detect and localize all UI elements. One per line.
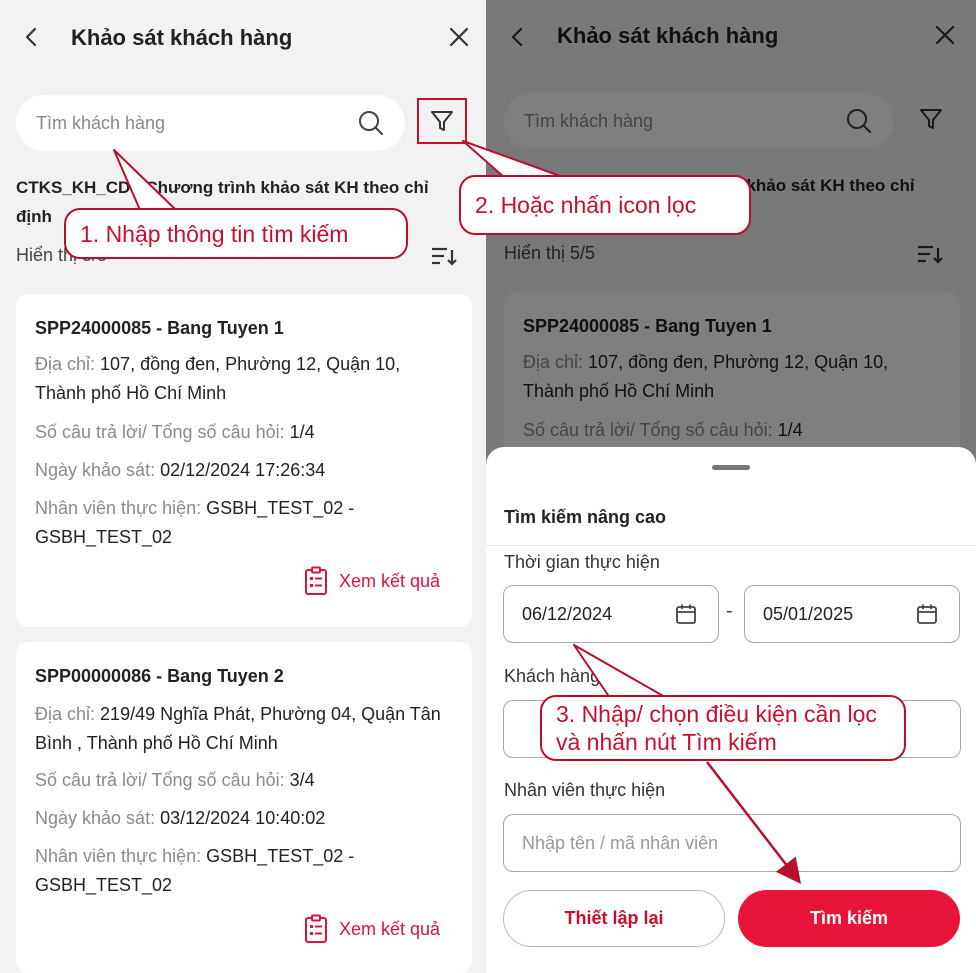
staff-placeholder: Nhập tên / mã nhân viên	[522, 833, 719, 853]
time-label: Thời gian thực hiện	[504, 552, 660, 572]
card-staff: Nhân viên thực hiện: GSBH_TEST_02 - GSBH…	[35, 846, 355, 895]
staff-input[interactable]: Nhập tên / mã nhân viên	[503, 814, 961, 872]
card-address: Địa chỉ: 107, đồng đen, Phường 12, Quận …	[523, 352, 889, 401]
search-input[interactable]: Tìm khách hàng	[16, 95, 405, 151]
close-icon[interactable]	[446, 24, 472, 50]
card-title: SPP24000085 - Bang Tuyen 1	[523, 316, 772, 336]
back-arrow-icon[interactable]	[18, 22, 44, 52]
search-placeholder: Tìm khách hàng	[524, 111, 654, 131]
close-icon[interactable]	[932, 22, 958, 48]
date-from-field[interactable]: 06/12/2024	[503, 585, 719, 643]
view-result-link[interactable]: Xem kết quả	[303, 566, 440, 596]
filter-button[interactable]	[916, 104, 946, 134]
reset-button[interactable]: Thiết lập lại	[503, 890, 725, 947]
date-to-value: 05/01/2025	[763, 604, 854, 624]
view-result-label: Xem kết quả	[338, 570, 440, 591]
card-answers: Số câu trả lời/ Tổng số câu hỏi: 1/4	[523, 420, 803, 440]
calendar-icon[interactable]	[674, 602, 698, 626]
card-date: Ngày khảo sát: 02/12/2024 17:26:34	[35, 460, 326, 480]
filter-icon	[920, 109, 942, 129]
result-count: Hiển thị 5/5	[504, 243, 596, 263]
card-address: Địa chỉ: 219/49 Nghĩa Phát, Phường 04, Q…	[35, 704, 441, 753]
page-title: Khảo sát khách hàng	[71, 25, 293, 50]
right-screen: Khảo sát khách hàng Tìm khách hàng CTKS_…	[486, 0, 976, 973]
card-staff: Nhân viên thực hiện: GSBH_TEST_02 - GSBH…	[35, 498, 355, 547]
survey-card[interactable]: SPP00000086 - Bang Tuyen 2 Địa chỉ: 219/…	[16, 642, 472, 973]
clipboard-icon	[304, 914, 327, 943]
search-placeholder: Tìm khách hàng	[36, 113, 166, 133]
sort-icon[interactable]	[916, 242, 944, 266]
callout-step-1: 1. Nhập thông tin tìm kiếm	[64, 208, 408, 259]
date-range-separator: -	[726, 600, 733, 622]
staff-label: Nhân viên thực hiện	[504, 780, 666, 800]
drag-handle[interactable]	[712, 465, 750, 470]
card-title: SPP24000085 - Bang Tuyen 1	[35, 318, 284, 338]
sort-icon[interactable]	[430, 244, 458, 268]
callout-step-2: 2. Hoặc nhấn icon lọc	[459, 175, 751, 235]
clipboard-icon	[304, 566, 327, 595]
back-arrow-icon[interactable]	[504, 22, 530, 52]
card-answers: Số câu trả lời/ Tổng số câu hỏi: 3/4	[35, 770, 315, 790]
search-icon[interactable]	[357, 109, 385, 137]
search-input[interactable]: Tìm khách hàng	[504, 93, 893, 149]
customer-label: Khách hàng	[504, 666, 601, 686]
date-to-field[interactable]: 05/01/2025	[744, 585, 960, 643]
card-title: SPP00000086 - Bang Tuyen 2	[35, 666, 284, 686]
sheet-title: Tìm kiếm nâng cao	[504, 507, 667, 527]
view-result-label: Xem kết quả	[338, 918, 440, 939]
search-button[interactable]: Tìm kiếm	[738, 890, 960, 947]
search-icon[interactable]	[845, 107, 873, 135]
left-screen: Khảo sát khách hàng Tìm khách hàng CTKS_…	[0, 0, 486, 973]
header: Khảo sát khách hàng	[0, 0, 486, 75]
page-title: Khảo sát khách hàng	[557, 23, 779, 48]
card-address: Địa chỉ: 107, đồng đen, Phường 12, Quận …	[35, 354, 401, 403]
date-from-value: 06/12/2024	[522, 604, 613, 624]
filter-icon	[431, 111, 453, 131]
filter-button[interactable]	[417, 98, 467, 144]
header: Khảo sát khách hàng	[486, 0, 976, 75]
card-answers: Số câu trả lời/ Tổng số câu hỏi: 1/4	[35, 422, 315, 442]
card-date: Ngày khảo sát: 03/12/2024 10:40:02	[35, 808, 326, 828]
callout-step-3: 3. Nhập/ chọn điều kiện cần lọc và nhấn …	[540, 695, 906, 761]
divider	[486, 545, 976, 546]
calendar-icon[interactable]	[915, 602, 939, 626]
view-result-link[interactable]: Xem kết quả	[303, 914, 440, 944]
survey-card[interactable]: SPP24000085 - Bang Tuyen 1 Địa chỉ: 107,…	[16, 294, 472, 627]
